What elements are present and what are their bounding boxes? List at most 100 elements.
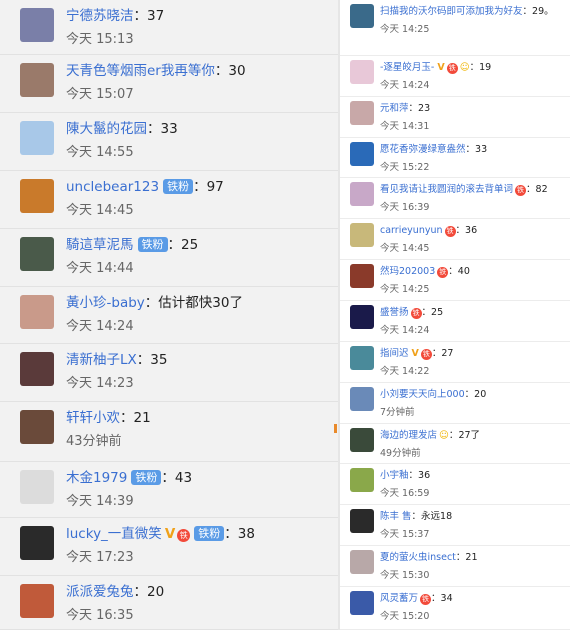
username-link[interactable]: 宁德苏晓洁: [66, 8, 134, 24]
comment-item[interactable]: 陳大鬣的花园：33 今天 14:55: [0, 113, 338, 171]
username-link[interactable]: 小刘要天天向上000: [380, 389, 465, 400]
avatar[interactable]: [350, 182, 374, 206]
username-link[interactable]: 黃小珍-baby: [66, 295, 145, 311]
avatar[interactable]: [20, 584, 54, 618]
comment-item[interactable]: 看见我请让我圆润的滚去背单词铁：82 今天 16:39: [340, 178, 570, 219]
colon-separator: ：: [465, 144, 476, 155]
avatar[interactable]: [20, 352, 54, 386]
username-link[interactable]: 木金1979: [66, 470, 127, 486]
comment-item[interactable]: 指间迟 V 铁：27 今天 14:22: [340, 342, 570, 383]
username-link[interactable]: unclebear123: [66, 179, 159, 195]
username-link[interactable]: -逐星皎月玉-: [380, 62, 434, 73]
comment-timestamp: 今天 14:39: [66, 494, 134, 509]
username-link[interactable]: 轩轩小欢: [66, 410, 120, 426]
username-link[interactable]: lucky_一直微笑: [66, 526, 162, 542]
username-link[interactable]: 扫描我的沃尔码即可添加我为好友: [380, 6, 523, 17]
comment-item[interactable]: 风灵蓄万铁：34 今天 15:20: [340, 587, 570, 630]
colon-separator: ：: [408, 470, 419, 481]
comment-item[interactable]: 天青色等烟雨er我再等你：30 今天 15:07: [0, 55, 338, 113]
avatar[interactable]: [350, 509, 374, 533]
comment-item[interactable]: 轩轩小欢：21 43分钟前: [0, 402, 338, 462]
avatar[interactable]: [350, 4, 374, 28]
avatar[interactable]: [350, 346, 374, 370]
comment-item[interactable]: 宁德苏晓洁：37 今天 15:13: [0, 0, 338, 55]
username-link[interactable]: 騎這草泥馬: [66, 237, 134, 253]
username-link[interactable]: 盛誉扬: [380, 307, 409, 318]
username-link[interactable]: 陳大鬣的花园: [66, 121, 147, 137]
username-link[interactable]: 然玛202003: [380, 266, 435, 277]
colon-separator: ：: [147, 121, 161, 137]
avatar[interactable]: [20, 295, 54, 329]
username-link[interactable]: 陈丰 售: [380, 511, 412, 522]
username-link[interactable]: 元和萍: [380, 103, 409, 114]
avatar[interactable]: [350, 223, 374, 247]
username-link[interactable]: 天青色等烟雨er我再等你: [66, 63, 215, 79]
comment-text: 小宇釉：36: [380, 467, 430, 481]
fan-badge: 铁粉: [137, 237, 168, 252]
comment-text: 木金1979 铁粉 ：43: [66, 466, 192, 486]
comment-body: 35: [150, 352, 168, 368]
username-link[interactable]: 清新柚子LX: [66, 352, 137, 368]
avatar[interactable]: [350, 142, 374, 166]
comment-body: 37: [147, 8, 165, 24]
colon-separator: ：: [408, 103, 419, 114]
comment-item[interactable]: lucky_一直微笑 V 铁铁粉 ：38 今天 17:23: [0, 518, 338, 576]
comment-item[interactable]: 陈丰 售：永远18 今天 15:37: [340, 505, 570, 546]
comment-item[interactable]: 小宇釉：36 今天 16:59: [340, 464, 570, 505]
avatar[interactable]: [350, 101, 374, 125]
colon-separator: ：: [431, 593, 441, 604]
comment-body: 29。: [532, 6, 554, 17]
comment-timestamp: 43分钟前: [66, 434, 122, 449]
avatar[interactable]: [350, 60, 374, 84]
username-link[interactable]: 夏的萤火虫insect: [380, 552, 456, 563]
username-link[interactable]: 指间迟: [380, 348, 409, 359]
username-link[interactable]: 愿花香弥漫绿意盎然: [380, 144, 466, 155]
comment-item[interactable]: 夏的萤火虫insect：21 今天 15:30: [340, 546, 570, 587]
comment-item[interactable]: 愿花香弥漫绿意盎然：33 今天 15:22: [340, 138, 570, 178]
comment-item[interactable]: 元和萍：23 今天 14:31: [340, 97, 570, 138]
comment-item[interactable]: 然玛202003 铁：40 今天 14:25: [340, 260, 570, 301]
username-link[interactable]: 看见我请让我圆润的滚去背单词: [380, 184, 513, 195]
comment-text: 天青色等烟雨er我再等你：30: [66, 59, 246, 79]
avatar[interactable]: [350, 264, 374, 288]
avatar[interactable]: [350, 591, 374, 615]
comment-item[interactable]: 騎這草泥馬 铁粉 ：25 今天 14:44: [0, 229, 338, 287]
comment-item[interactable]: 扫描我的沃尔码即可添加我为好友：29。 今天 14:25: [340, 0, 570, 56]
comment-item[interactable]: unclebear123 铁粉 ：97 今天 14:45: [0, 171, 338, 229]
comment-body: 21: [133, 410, 151, 426]
fan-level-icon: 铁: [444, 226, 456, 237]
avatar[interactable]: [350, 387, 374, 411]
comment-item[interactable]: 黃小珍-baby：估计都快30了 今天 14:24: [0, 287, 338, 344]
comment-text: 看见我请让我圆润的滚去背单词铁：82: [380, 181, 548, 196]
avatar[interactable]: [20, 179, 54, 213]
avatar[interactable]: [20, 63, 54, 97]
avatar[interactable]: [350, 550, 374, 574]
username-link[interactable]: 风灵蓄万: [380, 593, 418, 604]
comment-item[interactable]: 小刘要天天向上000：20 7分钟前: [340, 383, 570, 424]
avatar[interactable]: [20, 410, 54, 444]
comment-item[interactable]: 清新柚子LX：35 今天 14:23: [0, 344, 338, 402]
avatar[interactable]: [20, 121, 54, 155]
comment-timestamp: 49分钟前: [380, 448, 421, 459]
comment-item[interactable]: 盛誉扬铁：25 今天 14:24: [340, 301, 570, 342]
comment-item[interactable]: -逐星皎月玉- V 铁 ☺：19 今天 14:24: [340, 56, 570, 97]
comment-item[interactable]: 木金1979 铁粉 ：43 今天 14:39: [0, 462, 338, 518]
avatar[interactable]: [350, 428, 374, 452]
colon-separator: ：: [133, 584, 148, 600]
username-link[interactable]: 小宇釉: [380, 470, 409, 481]
comment-body: 27了: [458, 430, 481, 441]
username-link[interactable]: 派派爱兔兔: [66, 584, 134, 600]
avatar[interactable]: [20, 237, 54, 271]
avatar[interactable]: [20, 470, 54, 504]
comment-item[interactable]: 派派爱兔兔：20 今天 16:35: [0, 576, 338, 630]
colon-separator: ：: [161, 470, 175, 486]
avatar[interactable]: [20, 526, 54, 560]
username-link[interactable]: carrieyunyun: [380, 225, 443, 236]
username-link[interactable]: 海边的理发店: [380, 430, 437, 441]
comment-item[interactable]: carrieyunyun 铁：36 今天 14:45: [340, 219, 570, 260]
emoji-icon: ☺: [439, 430, 449, 441]
avatar[interactable]: [20, 8, 54, 42]
avatar[interactable]: [350, 468, 374, 492]
avatar[interactable]: [350, 305, 374, 329]
comment-item[interactable]: 海边的理发店 ☺：27了 49分钟前: [340, 424, 570, 464]
